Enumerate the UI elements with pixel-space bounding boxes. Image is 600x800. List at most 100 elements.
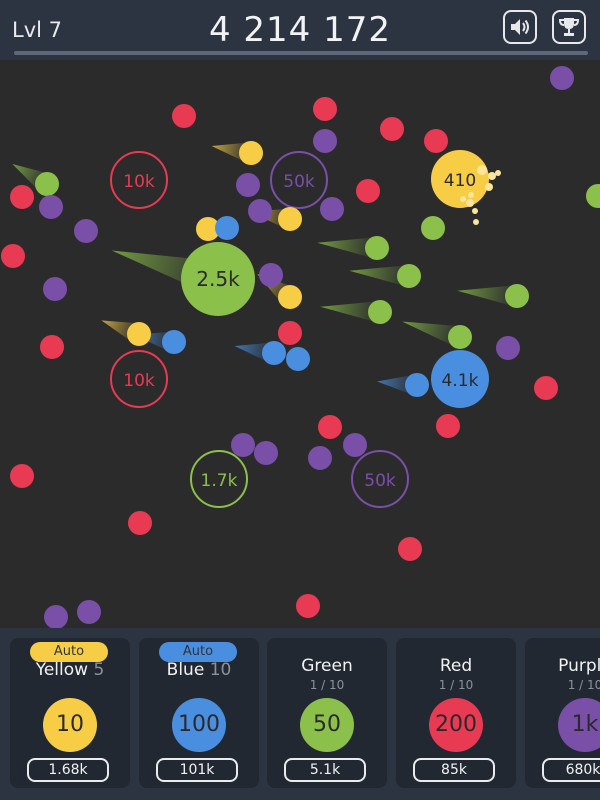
ball-green: [421, 216, 445, 240]
ball-name-label: Blue: [166, 660, 205, 680]
brick-value: 10k: [123, 172, 155, 192]
ball-green: [35, 172, 59, 196]
ball-purple: [343, 433, 367, 457]
ball-name-label: Green: [301, 656, 353, 676]
ball-red: [318, 415, 342, 439]
brick-green: 2.5k: [181, 242, 255, 316]
ball-purple: [231, 433, 255, 457]
buy-button-yellow[interactable]: 1.68k: [27, 758, 109, 782]
ball-red: [128, 511, 152, 535]
speaker-icon: [511, 19, 529, 35]
ball-level: 5: [93, 660, 105, 680]
brick-red: 10k: [110, 350, 168, 408]
ball-purple: [320, 197, 344, 221]
ball-damage-red: 200: [429, 698, 483, 752]
upgrade-shop: Auto Yellow 5 10 1.68k Auto Blue 10 100 …: [0, 628, 600, 800]
brick-value: 50k: [283, 172, 315, 192]
ball-level: 10: [209, 660, 232, 680]
brick-yellow: 410: [431, 150, 489, 208]
ball-damage-green: 50: [300, 698, 354, 752]
ball-purple: [254, 441, 278, 465]
ball-field-canvas: 10k 50k 410 2.5k 10k 4.1k 1.7k 50k: [1, 66, 600, 628]
shop-card-green[interactable]: Green 1 / 10 50 5.1k: [267, 638, 387, 788]
brick-value: 50k: [364, 471, 396, 491]
ball-purple: [550, 66, 574, 90]
shop-card-purple[interactable]: Purple 1 / 10 1k 680k: [525, 638, 600, 788]
ball-blue: [215, 216, 239, 240]
buy-button-red[interactable]: 85k: [413, 758, 495, 782]
shop-card-red[interactable]: Red 1 / 10 200 85k: [396, 638, 516, 788]
unlock-progress: 1 / 10: [309, 678, 345, 692]
brick-blue: 4.1k: [431, 350, 489, 408]
ball-red: [1, 244, 25, 268]
brick-value: 410: [444, 171, 476, 191]
ball-purple: [259, 263, 283, 287]
ball-yellow: [278, 285, 302, 309]
ball-red: [10, 464, 34, 488]
ball-red: [436, 414, 460, 438]
shop-card-blue[interactable]: Auto Blue 10 100 101k: [139, 638, 259, 788]
trophy-icon: [558, 18, 580, 36]
buy-button-green[interactable]: 5.1k: [284, 758, 366, 782]
ball-yellow: [239, 141, 263, 165]
ball-damage-purple: 1k: [558, 698, 600, 752]
brick-purple: 50k: [351, 450, 409, 508]
brick-red: 10k: [110, 151, 168, 209]
ball-green: [448, 325, 472, 349]
brick-green: 1.7k: [190, 450, 248, 508]
ball-green: [586, 184, 600, 208]
shop-card-yellow[interactable]: Auto Yellow 5 10 1.68k: [10, 638, 130, 788]
brick-value: 1.7k: [201, 471, 238, 491]
ball-name: Yellow 5: [10, 660, 130, 680]
ball-red: [296, 594, 320, 618]
ball-blue: [262, 341, 286, 365]
sound-button[interactable]: [503, 10, 537, 44]
level-progress-bar: [14, 51, 588, 55]
ball-name-label: Purple: [558, 656, 600, 676]
ball-yellow: [127, 322, 151, 346]
ball-yellow: [278, 207, 302, 231]
ball-blue: [162, 330, 186, 354]
ball-purple: [77, 600, 101, 624]
ball-green: [505, 284, 529, 308]
auto-badge: Auto: [159, 642, 237, 662]
ball-damage-blue: 100: [172, 698, 226, 752]
ball-red: [398, 537, 422, 561]
unlock-progress: 1 / 10: [567, 678, 600, 692]
ball-name-label: Red: [439, 656, 473, 676]
ball-name-label: Yellow: [35, 660, 89, 680]
ball-red: [172, 104, 196, 128]
ball-purple: [74, 219, 98, 243]
ball-purple: [43, 277, 67, 301]
brick-purple: 50k: [270, 151, 328, 209]
ball-red: [10, 185, 34, 209]
ball-green: [397, 264, 421, 288]
ball-green: [365, 236, 389, 260]
unlock-progress: 1 / 10: [438, 678, 474, 692]
ball-red: [380, 117, 404, 141]
ball-name: Blue 10: [139, 660, 259, 680]
top-bar: Lvl 7 4 214 172: [0, 0, 600, 60]
brick-value: 10k: [123, 371, 155, 391]
ball-blue: [405, 373, 429, 397]
play-field[interactable]: 10k 50k 410 2.5k 10k 4.1k 1.7k 50k: [0, 60, 600, 628]
ball-green: [368, 300, 392, 324]
ball-red: [356, 179, 380, 203]
ball-purple: [236, 173, 260, 197]
auto-badge: Auto: [30, 642, 108, 662]
ball-red: [534, 376, 558, 400]
ball-purple: [496, 336, 520, 360]
ball-purple: [44, 605, 68, 628]
ball-damage-yellow: 10: [43, 698, 97, 752]
leaderboard-button[interactable]: [552, 10, 586, 44]
ball-red: [40, 335, 64, 359]
brick-value: 4.1k: [442, 371, 479, 391]
ball-purple: [39, 195, 63, 219]
buy-button-blue[interactable]: 101k: [156, 758, 238, 782]
ball-purple: [248, 199, 272, 223]
brick-value: 2.5k: [196, 267, 240, 291]
ball-red: [313, 97, 337, 121]
ball-purple: [313, 129, 337, 153]
ball-red: [278, 321, 302, 345]
buy-button-purple[interactable]: 680k: [542, 758, 600, 782]
